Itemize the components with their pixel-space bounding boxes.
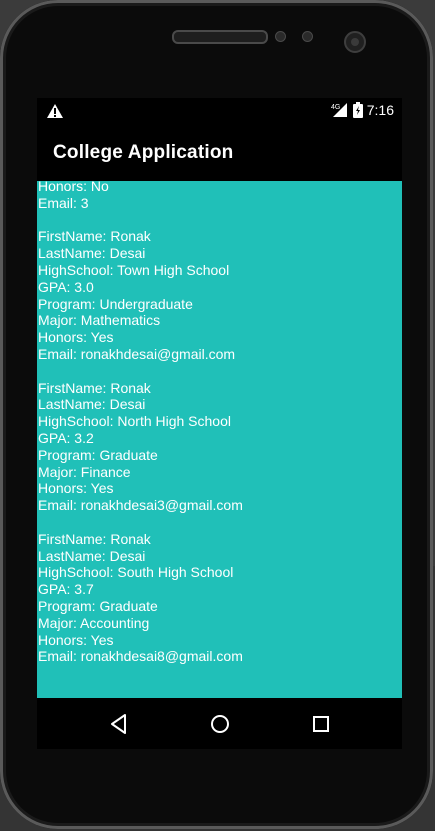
record-field: Major: Accounting xyxy=(38,614,150,631)
record-item: FirstName: Ronak LastName: Desai HighSchoo… xyxy=(37,228,402,362)
record-field: GPA: 3.0 xyxy=(38,278,94,295)
record-item: FirstName: Ronak LastName: Desai HighSchoo… xyxy=(37,380,402,514)
home-icon[interactable] xyxy=(207,711,233,737)
record-field: Honors: No xyxy=(38,181,109,194)
record-field: HighSchool: South High School xyxy=(38,564,234,581)
record-item: FirstName: Ronak LastName: Desai HighSchoo… xyxy=(37,531,402,665)
record-field: LastName: Desai xyxy=(38,245,146,262)
battery-icon xyxy=(352,102,363,118)
status-icons: 4G 7:16 xyxy=(331,102,394,118)
record-field: Program: Graduate xyxy=(38,446,158,463)
record-field: GPA: 3.2 xyxy=(38,429,94,446)
record-field: LastName: Desai xyxy=(38,396,146,413)
record-field: Email: ronakhdesai8@gmail.com xyxy=(38,648,243,665)
records-container: Honors: No Email: 3 FirstName: Ronak LastNa… xyxy=(37,181,402,665)
record-field: HighSchool: Town High School xyxy=(38,261,230,278)
phone-frame: 4G 7:16 College Application Honors: No Em… xyxy=(0,0,433,829)
record-field: Honors: Yes xyxy=(38,329,114,346)
record-field: LastName: Desai xyxy=(38,547,146,564)
record-field: FirstName: Ronak xyxy=(38,228,151,245)
navigation-bar xyxy=(37,699,402,749)
sensor-dot xyxy=(275,31,286,42)
recents-icon[interactable] xyxy=(308,711,334,737)
sensor-dot xyxy=(302,31,313,42)
records-list[interactable]: Honors: No Email: 3 FirstName: Ronak LastNa… xyxy=(37,181,402,698)
record-field: GPA: 3.7 xyxy=(38,581,94,598)
front-camera xyxy=(344,31,366,53)
svg-text:4G: 4G xyxy=(331,104,340,111)
record-field: Email: 3 xyxy=(38,194,89,211)
signal-icon: 4G xyxy=(331,103,347,117)
back-icon[interactable] xyxy=(106,711,132,737)
status-bar: 4G 7:16 xyxy=(37,98,402,126)
record-field: FirstName: Ronak xyxy=(38,530,151,547)
app-bar: College Application xyxy=(37,126,402,181)
record-field: Honors: Yes xyxy=(38,480,114,497)
app-title: College Application xyxy=(53,142,234,163)
status-time: 7:16 xyxy=(366,102,394,118)
record-field: Honors: Yes xyxy=(38,631,114,648)
earpiece-speaker xyxy=(172,30,268,44)
record-field: FirstName: Ronak xyxy=(38,379,151,396)
record-field: Program: Undergraduate xyxy=(38,295,193,312)
record-field: Major: Mathematics xyxy=(38,312,161,329)
device-screen: 4G 7:16 College Application Honors: No Em… xyxy=(37,98,402,749)
record-item: Honors: No Email: 3 xyxy=(37,181,402,212)
record-separator xyxy=(37,514,402,531)
record-field: Email: ronakhdesai@gmail.com xyxy=(38,345,236,362)
record-field: HighSchool: North High School xyxy=(38,413,231,430)
record-field: Email: ronakhdesai3@gmail.com xyxy=(38,497,243,514)
record-field: Major: Finance xyxy=(38,463,131,480)
record-separator xyxy=(37,212,402,229)
record-separator xyxy=(37,363,402,380)
warning-icon xyxy=(47,104,63,118)
record-field: Program: Graduate xyxy=(38,597,158,614)
